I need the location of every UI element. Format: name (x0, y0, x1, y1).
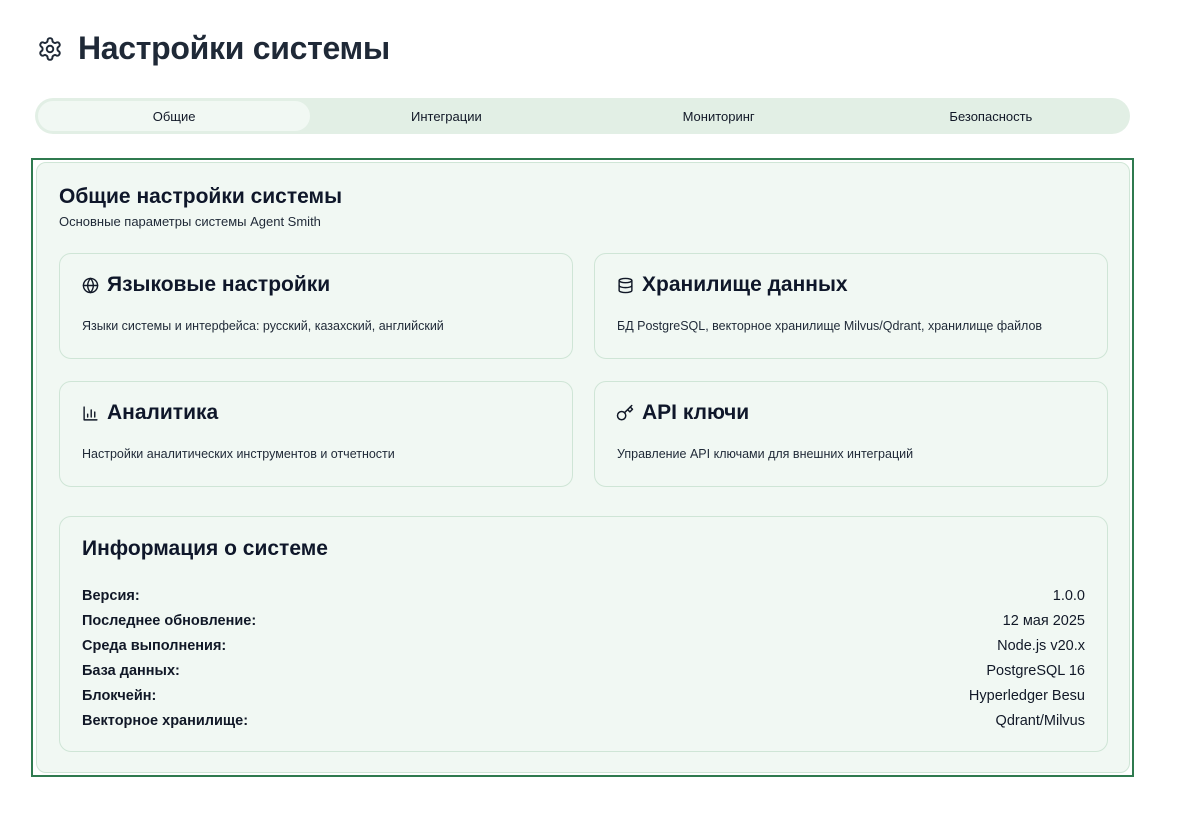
info-value: 12 мая 2025 (1002, 612, 1085, 629)
page-header: Настройки системы (36, 30, 390, 67)
tab-general[interactable]: Общие (38, 101, 311, 131)
panel-subtitle: Основные параметры системы Agent Smith (59, 214, 321, 229)
language-settings-card[interactable]: Языковые настройки Языки системы и интер… (59, 253, 573, 359)
system-info-title: Информация о системе (82, 537, 328, 560)
globe-icon (81, 276, 99, 294)
info-value: Hyperledger Besu (968, 687, 1085, 704)
info-row-last-update: Последнее обновление: 12 мая 2025 (82, 608, 1085, 633)
card-title: Хранилище данных (642, 273, 848, 296)
info-value: PostgreSQL 16 (986, 662, 1085, 679)
bar-chart-icon (81, 404, 99, 422)
general-settings-panel: Общие настройки системы Основные парамет… (36, 162, 1130, 773)
database-icon (616, 276, 634, 294)
card-description: Управление API ключами для внешних интег… (617, 447, 914, 461)
info-label: Версия: (82, 587, 140, 604)
card-description: Настройки аналитических инструментов и о… (82, 447, 395, 461)
info-label: Среда выполнения: (82, 637, 227, 654)
api-keys-card[interactable]: API ключи Управление API ключами для вне… (594, 381, 1108, 487)
data-storage-card[interactable]: Хранилище данных БД PostgreSQL, векторно… (594, 253, 1108, 359)
card-title: API ключи (642, 401, 750, 424)
info-row-runtime: Среда выполнения: Node.js v20.x (82, 633, 1085, 658)
info-value: Qdrant/Milvus (995, 712, 1085, 729)
info-value: Node.js v20.x (997, 637, 1085, 654)
settings-tabs: Общие Интеграции Мониторинг Безопасность (35, 98, 1130, 134)
info-value: 1.0.0 (1052, 587, 1085, 604)
info-row-blockchain: Блокчейн: Hyperledger Besu (82, 683, 1085, 708)
info-row-database: База данных: PostgreSQL 16 (82, 658, 1085, 683)
panel-title: Общие настройки системы (59, 185, 343, 208)
info-label: Векторное хранилище: (82, 712, 249, 729)
card-description: БД PostgreSQL, векторное хранилище Milvu… (617, 319, 1043, 333)
card-description: Языки системы и интерфейса: русский, каз… (82, 319, 444, 333)
card-title: Аналитика (107, 401, 219, 424)
system-info-card: Информация о системе Версия: 1.0.0 После… (59, 516, 1108, 752)
tab-integrations[interactable]: Интеграции (310, 101, 582, 131)
card-title: Языковые настройки (107, 273, 331, 296)
info-row-vector-store: Векторное хранилище: Qdrant/Milvus (82, 708, 1085, 733)
tab-monitoring[interactable]: Мониторинг (583, 101, 855, 131)
analytics-card[interactable]: Аналитика Настройки аналитических инстру… (59, 381, 573, 487)
tab-security[interactable]: Безопасность (855, 101, 1127, 131)
info-label: База данных: (82, 662, 180, 679)
info-row-version: Версия: 1.0.0 (82, 583, 1085, 608)
system-info-list: Версия: 1.0.0 Последнее обновление: 12 м… (82, 583, 1085, 733)
key-icon (616, 404, 634, 422)
info-label: Последнее обновление: (82, 612, 257, 629)
page-title: Настройки системы (78, 30, 390, 66)
gear-icon (36, 35, 64, 63)
info-label: Блокчейн: (82, 687, 157, 704)
